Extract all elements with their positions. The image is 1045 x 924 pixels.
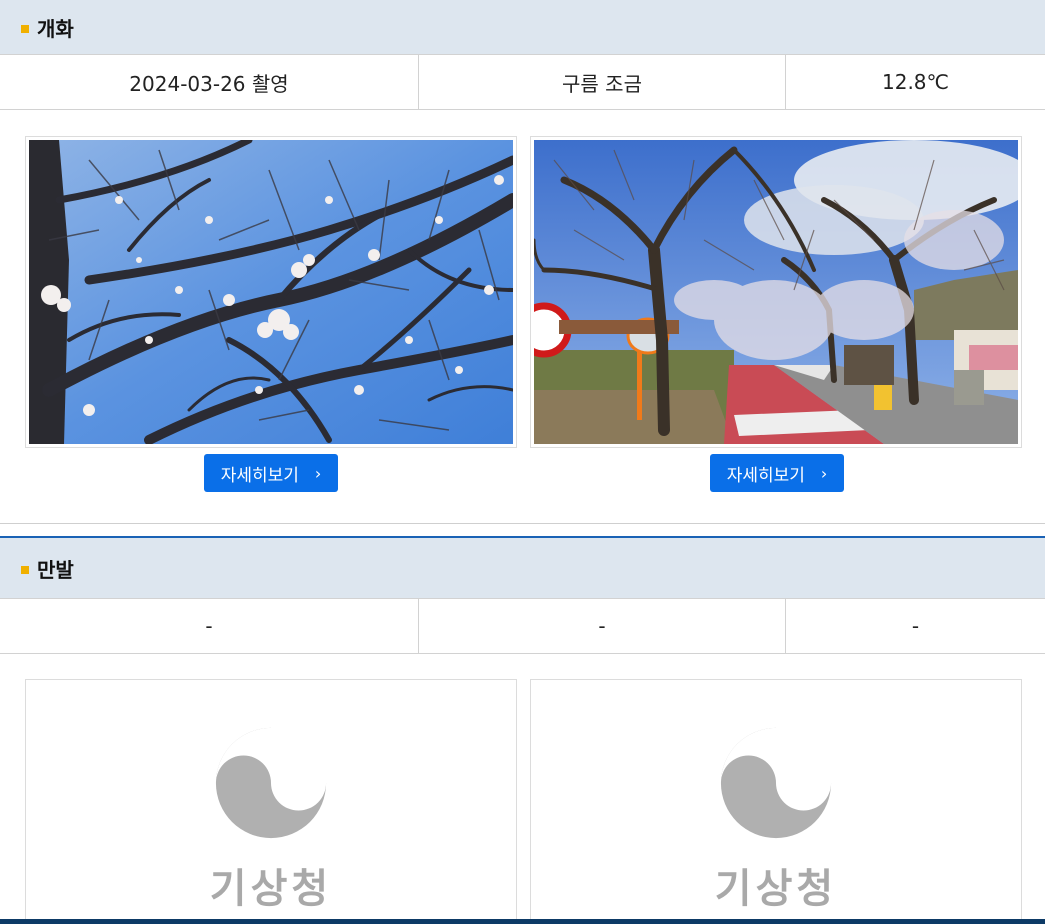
full-bloom-photo-placeholder-2: 기상청 xyxy=(530,679,1022,924)
bloom-section-header: 개화 xyxy=(0,0,1045,54)
full-bloom-title: 만발 xyxy=(37,557,74,582)
chevron-right-icon: › xyxy=(314,463,322,483)
kma-logo-text: 기상청 xyxy=(714,866,838,912)
bloom-temperature: 12.8℃ xyxy=(882,70,949,94)
bloom-photo-2[interactable] xyxy=(530,136,1022,448)
bottom-bar xyxy=(0,919,1045,924)
cherry-blossom-street-photo xyxy=(531,140,1021,444)
bloom-detail-button-2[interactable]: 자세히보기 › xyxy=(710,454,844,492)
section-divider xyxy=(0,523,1045,524)
chevron-right-icon: › xyxy=(820,463,828,483)
cherry-blossom-branch-photo xyxy=(29,137,516,445)
bloom-photo-1[interactable] xyxy=(25,136,517,448)
full-bloom-date: - xyxy=(0,599,419,653)
full-bloom-photo-placeholder-1: 기상청 xyxy=(25,679,517,924)
bloom-title: 개화 xyxy=(37,16,74,41)
bloom-info-row: 2024-03-26 촬영 구름 조금 12.8℃ xyxy=(0,54,1045,110)
kma-logo-icon xyxy=(720,724,835,839)
bullet-icon xyxy=(21,24,29,33)
bloom-weather: 구름 조금 xyxy=(419,55,786,109)
bloom-detail-button-1[interactable]: 자세히보기 › xyxy=(204,454,338,492)
bullet-icon xyxy=(21,565,29,574)
full-bloom-weather: - xyxy=(419,599,786,653)
kma-logo-text: 기상청 xyxy=(209,866,333,912)
full-bloom-section-header: 만발 xyxy=(0,538,1045,598)
detail-button-label: 자세히보기 xyxy=(220,465,299,486)
full-bloom-temperature: - xyxy=(911,614,920,638)
detail-button-label: 자세히보기 xyxy=(726,465,805,486)
bloom-date: 2024-03-26 촬영 xyxy=(0,55,419,109)
kma-logo-icon xyxy=(215,724,330,839)
full-bloom-info-row: - - - xyxy=(0,598,1045,654)
